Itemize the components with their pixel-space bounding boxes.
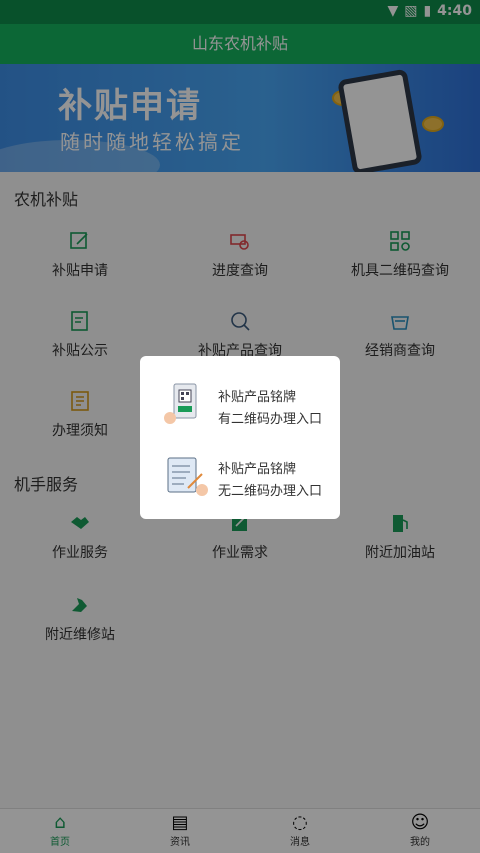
option-title: 补贴产品铭牌 (218, 390, 297, 405)
nameplate-choice-dialog: 补贴产品铭牌 有二维码办理入口 补贴产品铭牌 无二维码办理入口 (140, 356, 340, 519)
option-title: 补贴产品铭牌 (218, 462, 297, 477)
without-qr-option[interactable]: 补贴产品铭牌 无二维码办理入口 (140, 442, 340, 512)
option-subtitle: 有二维码办理入口 (218, 412, 323, 427)
with-qr-option[interactable]: 补贴产品铭牌 有二维码办理入口 (140, 370, 340, 440)
qr-card-icon (164, 383, 197, 424)
checklist-icon (167, 457, 208, 496)
option-subtitle: 无二维码办理入口 (218, 484, 323, 499)
